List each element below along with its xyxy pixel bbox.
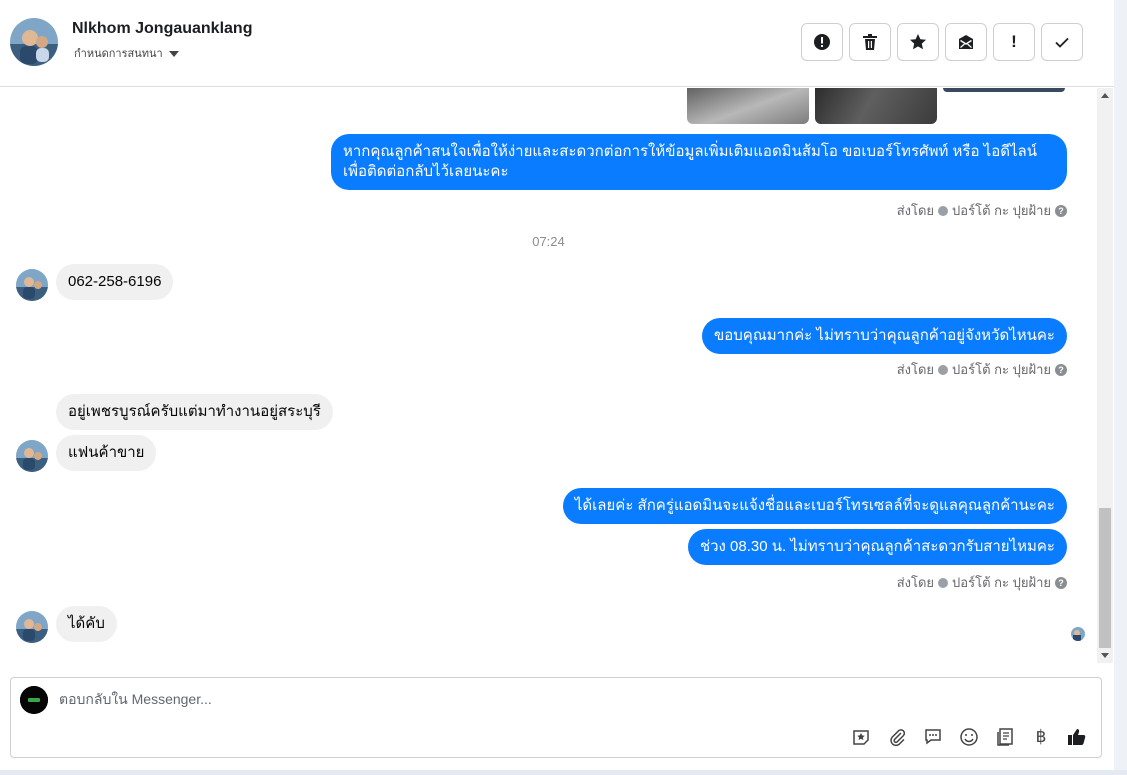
payment-button[interactable]: ฿	[1029, 725, 1053, 749]
help-icon[interactable]: ?	[1055, 576, 1067, 589]
saved-replies-icon	[925, 729, 941, 745]
conversation-header: Nlkhom Jongauanklang กำหนดการสนทนา !	[0, 0, 1114, 87]
sent-by-label: ส่งโดย ปอร์โต้ กะ ปุยฝ้าย ?	[897, 200, 1067, 221]
report-spam-button[interactable]	[801, 23, 843, 61]
saved-replies-button[interactable]	[921, 725, 945, 749]
scroll-up-arrow[interactable]	[1101, 93, 1109, 98]
outgoing-message[interactable]: ช่วง 08.30 น. ไม่ทราบว่าคุณลูกค้าสะดวกรั…	[687, 529, 1067, 565]
message-thread: หากคุณลูกค้าสนใจเพื่อให้ง่ายและสะดวกต่อก…	[0, 88, 1097, 663]
incoming-message[interactable]: ได้คับ	[56, 606, 117, 642]
reply-input[interactable]	[59, 688, 959, 710]
notes-icon	[997, 728, 1013, 746]
conversation-subtitle: กำหนดการสนทนา	[74, 48, 163, 60]
trash-icon	[863, 34, 877, 50]
page-avatar	[20, 686, 48, 714]
page-badge-icon	[938, 364, 949, 375]
outgoing-message[interactable]: ได้เลยค่ะ สักครู่แอดมินจะแจ้งชื่อและเบอร…	[562, 488, 1067, 524]
delete-button[interactable]	[849, 23, 891, 61]
sent-by-label: ส่งโดย ปอร์โต้ กะ ปุยฝ้าย ?	[897, 572, 1067, 593]
seen-indicator-avatar	[1071, 627, 1085, 641]
check-icon	[1055, 37, 1069, 48]
page-badge-icon	[938, 577, 949, 588]
mail-icon	[959, 35, 973, 49]
mark-important-button[interactable]: !	[993, 23, 1035, 61]
timestamp: 07:24	[532, 234, 565, 249]
emoji-button[interactable]	[957, 725, 981, 749]
message-composer: ฿	[10, 677, 1102, 758]
contact-avatar	[16, 440, 48, 472]
window-edge	[1114, 0, 1127, 775]
report-icon	[814, 34, 830, 50]
outgoing-message[interactable]: ขอบคุณมากค่ะ ไม่ทราบว่าคุณลูกค้าอยู่จังห…	[702, 318, 1067, 354]
star-button[interactable]	[897, 23, 939, 61]
incoming-message[interactable]: อยู่เพชรบูรณ์ครับแต่มาทำงานอยู่สระบุรี	[56, 394, 333, 430]
photo-attachment[interactable]	[943, 88, 1065, 92]
sent-by-label: ส่งโดย ปอร์โต้ กะ ปุยฝ้าย ?	[897, 359, 1067, 380]
star-icon	[910, 34, 926, 50]
notes-button[interactable]	[993, 725, 1017, 749]
baht-icon: ฿	[1035, 727, 1047, 746]
important-icon: !	[1011, 32, 1017, 51]
conversation-options-dropdown[interactable]: กำหนดการสนทนา	[74, 44, 179, 62]
like-icon	[1068, 729, 1086, 745]
photo-attachment[interactable]	[687, 88, 809, 124]
composer-tools: ฿	[849, 725, 1089, 749]
help-icon[interactable]: ?	[1055, 204, 1067, 217]
incoming-message[interactable]: 062-258-6196	[56, 264, 174, 300]
scroll-thumb[interactable]	[1099, 508, 1111, 648]
photo-attachment[interactable]	[815, 88, 937, 124]
scroll-down-arrow[interactable]	[1101, 653, 1109, 658]
sticker-button[interactable]	[849, 725, 873, 749]
outgoing-message[interactable]: หากคุณลูกค้าสนใจเพื่อให้ง่ายและสะดวกต่อก…	[331, 134, 1067, 190]
caret-down-icon	[168, 50, 179, 57]
emoji-icon	[960, 728, 978, 746]
thread-scrollbar[interactable]	[1097, 88, 1113, 663]
contact-avatar	[16, 611, 48, 643]
conversation-toolbar: !	[801, 23, 1083, 61]
mark-done-button[interactable]	[1041, 23, 1083, 61]
attach-icon	[890, 729, 906, 747]
mark-unread-button[interactable]	[945, 23, 987, 61]
like-button[interactable]	[1065, 725, 1089, 749]
window-bottom-edge	[0, 770, 1127, 775]
help-icon[interactable]: ?	[1055, 363, 1067, 376]
page-badge-icon	[938, 205, 949, 216]
attach-button[interactable]	[885, 725, 909, 749]
incoming-message[interactable]: แฟนค้าขาย	[56, 435, 157, 471]
contact-avatar[interactable]	[10, 18, 58, 66]
sticker-icon	[853, 730, 869, 745]
contact-name[interactable]: Nlkhom Jongauanklang	[72, 20, 252, 38]
contact-avatar	[16, 269, 48, 301]
